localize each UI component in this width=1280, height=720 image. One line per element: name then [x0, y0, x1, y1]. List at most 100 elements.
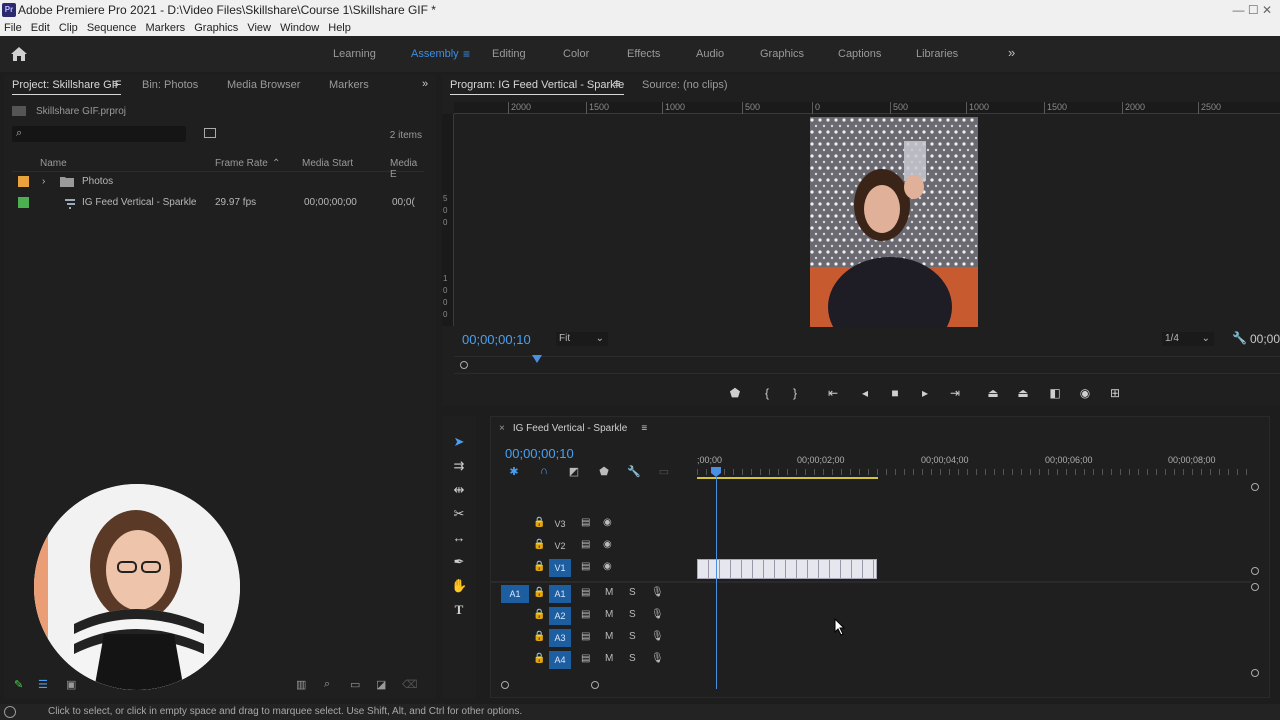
trash-icon[interactable]: ⌫ — [402, 678, 418, 691]
menu-sequence[interactable]: Sequence — [87, 22, 137, 34]
menu-markers[interactable]: Markers — [145, 22, 185, 34]
sort-ascending-icon[interactable]: ⌃ — [272, 158, 280, 169]
lock-icon[interactable]: 🔒 — [533, 561, 545, 572]
menu-clip[interactable]: Clip — [59, 22, 78, 34]
workspace-editing[interactable]: Editing — [492, 48, 526, 60]
menu-window[interactable]: Window — [280, 22, 319, 34]
track-label[interactable]: A3 — [549, 629, 571, 647]
column-name[interactable]: Name — [40, 158, 67, 169]
scroll-handle-right-icon[interactable] — [591, 681, 599, 689]
razor-tool-icon[interactable]: ✂ — [451, 506, 467, 522]
solo-button[interactable]: S — [629, 587, 636, 598]
expand-chevron-icon[interactable]: › — [42, 176, 45, 187]
linked-selection-icon[interactable]: ◩ — [567, 465, 581, 478]
icon-view-icon[interactable]: ▣ — [66, 678, 78, 691]
workspace-libraries[interactable]: Libraries — [916, 48, 958, 60]
workspace-color[interactable]: Color — [563, 48, 589, 60]
lock-icon[interactable]: 🔒 — [533, 587, 545, 598]
microphone-icon[interactable]: 🎙 — [651, 587, 664, 598]
pen-tool-icon[interactable]: ✒ — [451, 554, 467, 570]
tab-project[interactable]: Project: Skillshare GIF — [12, 79, 122, 95]
new-item-icon[interactable]: ◪ — [376, 678, 388, 691]
pencil-icon[interactable]: ✎ — [14, 678, 26, 691]
label-color-swatch[interactable] — [18, 176, 29, 187]
workspace-assembly[interactable]: Assembly — [411, 48, 459, 60]
mark-in-icon[interactable]: { — [758, 386, 776, 400]
playhead-icon[interactable] — [532, 355, 542, 363]
track-label[interactable]: A4 — [549, 651, 571, 669]
solo-button[interactable]: S — [629, 609, 636, 620]
compare-view-icon[interactable]: ◧ — [1046, 386, 1064, 400]
project-search-input[interactable]: ⌕ — [12, 126, 186, 142]
button-editor-icon[interactable]: ⊞ — [1106, 386, 1124, 400]
program-timecode[interactable]: 00;00;00;10 — [462, 332, 531, 347]
selection-tool-icon[interactable]: ➤ — [451, 434, 467, 450]
tab-bin-photos[interactable]: Bin: Photos — [142, 79, 198, 91]
tab-source[interactable]: Source: (no clips) — [642, 79, 728, 91]
sync-lock-icon[interactable]: ▤ — [581, 631, 590, 642]
lock-icon[interactable]: 🔒 — [533, 517, 545, 528]
new-search-bin-icon[interactable] — [204, 128, 216, 138]
captions-icon[interactable]: ▭ — [657, 465, 671, 478]
automate-to-sequence-icon[interactable]: ▥ — [296, 678, 308, 691]
lock-icon[interactable]: 🔒 — [533, 653, 545, 664]
audio-zoom-handle-icon[interactable] — [1251, 669, 1259, 677]
export-frame-icon[interactable]: ◉ — [1076, 386, 1094, 400]
slip-tool-icon[interactable]: ↔ — [451, 530, 467, 546]
step-back-icon[interactable]: ◂ — [856, 386, 874, 400]
step-forward-icon[interactable]: ▸ — [916, 386, 934, 400]
mark-out-icon[interactable]: } — [786, 386, 804, 400]
sync-lock-icon[interactable]: ▤ — [581, 587, 590, 598]
home-icon[interactable] — [10, 46, 28, 62]
scroll-handle-left-icon[interactable] — [501, 681, 509, 689]
ripple-edit-tool-icon[interactable]: ⇹ — [451, 482, 467, 498]
source-patch[interactable]: A1 — [501, 585, 529, 603]
solo-button[interactable]: S — [629, 653, 636, 664]
microphone-icon[interactable]: 🎙 — [651, 609, 664, 620]
new-bin-icon[interactable]: ▭ — [350, 678, 362, 691]
microphone-icon[interactable]: 🎙 — [651, 631, 664, 642]
add-marker-icon[interactable]: ⬟ — [597, 465, 611, 478]
monitor-scrub-bar[interactable] — [454, 355, 1280, 374]
eye-icon[interactable]: ◉ — [603, 539, 612, 550]
add-marker-icon[interactable]: ⬟ — [726, 386, 744, 400]
more-workspaces-icon[interactable]: » — [1008, 45, 1015, 60]
workspace-captions[interactable]: Captions — [838, 48, 881, 60]
go-to-out-icon[interactable]: ⇥ — [946, 386, 964, 400]
project-more-icon[interactable]: » — [422, 78, 428, 90]
workspace-audio[interactable]: Audio — [696, 48, 724, 60]
timeline-playhead-line[interactable] — [716, 477, 717, 689]
sync-lock-icon[interactable]: ▤ — [581, 653, 590, 664]
window-controls[interactable]: — ☐ ✕ — [1233, 0, 1272, 20]
workspace-learning[interactable]: Learning — [333, 48, 376, 60]
menu-view[interactable]: View — [247, 22, 271, 34]
sync-lock-icon[interactable]: ▤ — [581, 539, 590, 550]
sync-lock-icon[interactable]: ▤ — [581, 561, 590, 572]
sequence-menu-icon[interactable]: ≡ — [641, 423, 647, 434]
column-frame-rate[interactable]: Frame Rate — [215, 158, 268, 169]
timeline-timecode[interactable]: 00;00;00;10 — [505, 446, 574, 461]
column-media-start[interactable]: Media Start — [302, 158, 353, 169]
program-menu-icon[interactable]: ≡ — [614, 78, 620, 90]
video-zoom-handle-icon[interactable] — [1251, 483, 1259, 491]
lock-icon[interactable]: 🔒 — [533, 609, 545, 620]
stop-icon[interactable]: ■ — [886, 386, 904, 400]
project-panel-menu-icon[interactable]: ≡ — [112, 78, 118, 90]
timeline-settings-icon[interactable]: 🔧 — [627, 465, 641, 478]
resolution-select[interactable]: 1/4 ⌄ — [1162, 332, 1214, 346]
mute-button[interactable]: M — [605, 587, 613, 598]
hand-tool-icon[interactable]: ✋ — [451, 578, 467, 594]
workspace-menu-icon[interactable]: ≡ — [463, 47, 470, 61]
menu-help[interactable]: Help — [328, 22, 351, 34]
label-color-swatch[interactable] — [18, 197, 29, 208]
menu-edit[interactable]: Edit — [31, 22, 50, 34]
wrench-icon[interactable]: 🔧 — [1232, 331, 1247, 345]
video-zoom-handle-icon[interactable] — [1251, 567, 1259, 575]
solo-button[interactable]: S — [629, 631, 636, 642]
lock-icon[interactable]: 🔒 — [533, 539, 545, 550]
track-label[interactable]: A2 — [549, 607, 571, 625]
track-label[interactable]: V2 — [549, 537, 571, 555]
track-label[interactable]: A1 — [549, 585, 571, 603]
project-item-sequence[interactable]: IG Feed Vertical - Sparkle 29.97 fps 00;… — [12, 193, 424, 213]
tab-program[interactable]: Program: IG Feed Vertical - Sparkle — [450, 79, 625, 95]
